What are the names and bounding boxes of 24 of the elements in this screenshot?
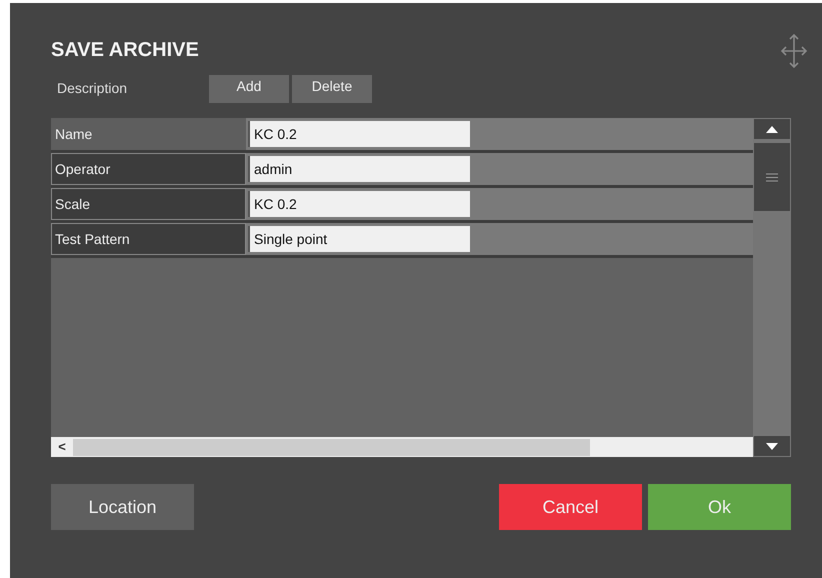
input-field[interactable]: KC 0.2 bbox=[248, 191, 470, 217]
vertical-scrollbar[interactable] bbox=[753, 118, 791, 457]
field-label[interactable]: Operator bbox=[51, 153, 246, 185]
field-label[interactable]: Test Pattern bbox=[51, 223, 246, 255]
grip-icon bbox=[766, 172, 778, 182]
scroll-down-button[interactable] bbox=[753, 435, 791, 457]
dialog-title: SAVE ARCHIVE bbox=[51, 38, 199, 63]
location-button[interactable]: Location bbox=[51, 484, 194, 530]
input-field[interactable]: admin bbox=[248, 156, 470, 182]
add-button[interactable]: Add bbox=[209, 74, 289, 102]
horizontal-scrollbar[interactable]: < bbox=[51, 437, 753, 457]
scrollbar-thumb[interactable] bbox=[73, 438, 590, 456]
scroll-up-button[interactable] bbox=[753, 118, 791, 140]
up-triangle-icon bbox=[766, 126, 778, 132]
field-label[interactable]: Name bbox=[51, 118, 246, 150]
input-field[interactable]: Single point bbox=[248, 226, 470, 252]
scrollbar-thumb[interactable] bbox=[753, 142, 791, 212]
input-field[interactable]: KC 0.2 bbox=[248, 121, 470, 147]
field-label[interactable]: Scale bbox=[51, 188, 246, 220]
delete-button[interactable]: Delete bbox=[292, 74, 372, 102]
description-label: Description bbox=[56, 79, 128, 98]
scroll-left-arrow[interactable]: < bbox=[51, 437, 73, 457]
move-icon[interactable] bbox=[780, 31, 808, 71]
down-triangle-icon bbox=[766, 442, 778, 450]
